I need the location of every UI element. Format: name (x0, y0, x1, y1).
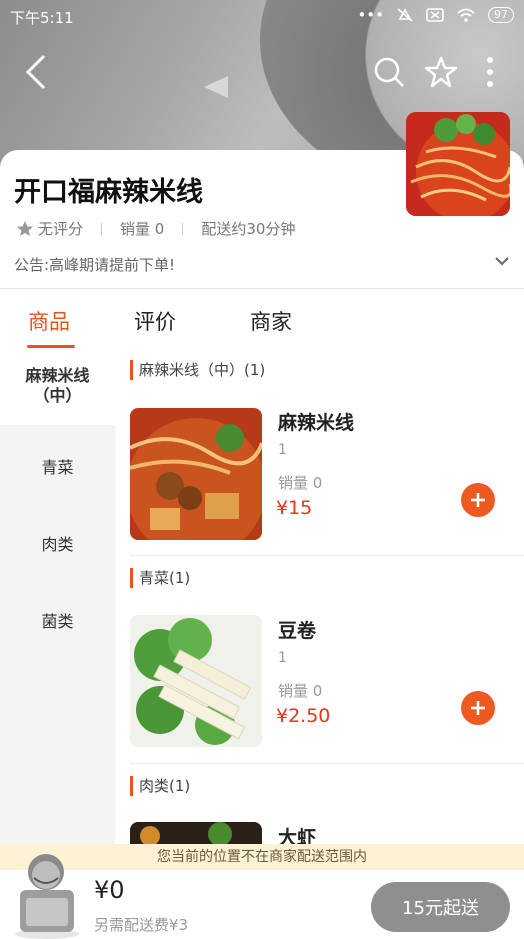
mascot-avatar-icon (15, 854, 79, 939)
noodle-bowl-image (406, 112, 510, 216)
row-divider (130, 555, 524, 556)
search-button[interactable] (369, 52, 409, 92)
plus-icon (471, 701, 485, 715)
more-button[interactable] (470, 52, 510, 92)
search-icon (374, 57, 404, 87)
star-icon (424, 56, 458, 88)
food-name: 豆卷 (278, 620, 317, 642)
chevron-down-icon[interactable] (494, 254, 510, 268)
delivery-fee-text: 另需配送费¥3 (94, 916, 189, 934)
add-to-cart-button[interactable] (461, 483, 495, 517)
wifi-icon (457, 8, 475, 22)
shop-name: 开口福麻辣米线 (14, 177, 203, 208)
status-bar: 下午5:11 ••• 97 (0, 0, 524, 32)
sidebar-item-mushroom[interactable]: 菌类 (0, 608, 115, 632)
doujuan-image (130, 615, 262, 747)
add-to-cart-button[interactable] (461, 691, 495, 725)
tab-reviews[interactable]: 评价 (134, 306, 176, 336)
tab-bar: 商品 评价 商家 (0, 300, 524, 350)
shop-notice[interactable]: 公告:高峰期请提前下单! (14, 254, 175, 275)
back-arrow-icon (25, 54, 46, 90)
more-vertical-icon (487, 57, 493, 87)
category-sidebar: 麻辣米线 （中） 青菜 肉类 菌类 (0, 350, 115, 850)
tab-merchant[interactable]: 商家 (250, 306, 292, 336)
battery-icon: 97 (488, 7, 514, 23)
mixian-image (130, 408, 262, 540)
food-image-shrimp[interactable] (130, 822, 262, 844)
min-order-button[interactable]: 15元起送 (371, 882, 510, 932)
mute-icon (397, 8, 413, 22)
rating-text: 无评分 (38, 220, 84, 238)
shop-meta: 无评分 销量 0 配送约30分钟 (16, 218, 295, 239)
status-time: 下午5:11 (10, 9, 74, 27)
tab-products[interactable]: 商品 (28, 306, 70, 336)
section-header: 肉类(1) (130, 776, 190, 796)
shrimp-image (130, 822, 262, 844)
section-header: 青菜(1) (130, 568, 190, 588)
food-sales: 销量 0 (278, 682, 323, 700)
back-button[interactable] (16, 52, 56, 92)
meta-divider (182, 222, 184, 235)
sidebar-item-meat[interactable]: 肉类 (0, 531, 115, 555)
cart-avatar[interactable] (12, 850, 82, 939)
cart-total: ¥0 (94, 876, 125, 904)
delivery-time-text: 配送约30分钟 (201, 220, 296, 238)
decorative-triangle (204, 76, 228, 98)
tab-active-indicator (27, 345, 75, 348)
food-sales: 销量 0 (278, 474, 323, 492)
rating-star-icon (17, 221, 33, 236)
food-image-mixian[interactable] (130, 408, 262, 540)
sidebar-item-vegetables[interactable]: 青菜 (0, 454, 115, 478)
shop-thumbnail[interactable] (406, 112, 510, 216)
section-header: 麻辣米线（中）(1) (130, 360, 265, 380)
food-price: ¥2.50 (276, 705, 331, 727)
food-price: ¥15 (276, 497, 313, 519)
food-qty: 1 (278, 442, 287, 458)
more-dots-icon: ••• (357, 6, 384, 24)
meta-divider (101, 222, 103, 235)
sales-text: 销量 0 (120, 220, 165, 238)
status-icons: ••• 97 (357, 6, 514, 24)
sim-icon (426, 8, 444, 22)
food-name: 麻辣米线 (278, 412, 355, 434)
favorite-button[interactable] (421, 52, 461, 92)
divider (0, 288, 524, 289)
row-divider (130, 763, 524, 764)
food-image-doujuan[interactable] (130, 615, 262, 747)
plus-icon (471, 493, 485, 507)
sidebar-item-mixian[interactable]: 麻辣米线 （中） (0, 350, 115, 425)
food-qty: 1 (278, 650, 287, 666)
